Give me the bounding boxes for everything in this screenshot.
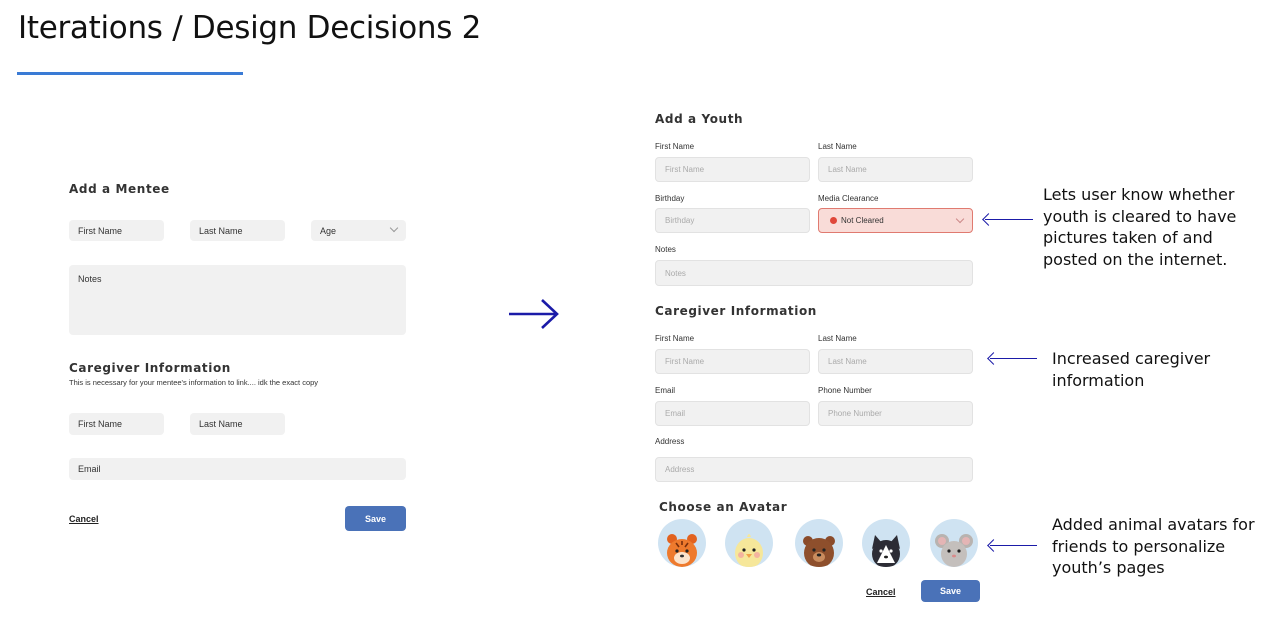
birthday-input[interactable]: Birthday xyxy=(655,208,810,233)
avatars-annotation: Added animal avatars for friends to pers… xyxy=(1052,514,1255,579)
cancel-link[interactable]: Cancel xyxy=(866,587,896,597)
annotation-line: Lets user know whether xyxy=(1043,185,1235,204)
right-arrow-icon xyxy=(509,299,559,329)
tiger-avatar[interactable] xyxy=(658,519,706,567)
old-age-select-label: Age xyxy=(320,225,337,236)
annotation-line: posted on the internet. xyxy=(1043,249,1228,269)
birthday-label: Birthday xyxy=(655,194,685,203)
cg-first-name-label: First Name xyxy=(655,334,695,343)
last-name-input[interactable]: Last Name xyxy=(818,157,973,182)
mouse-icon xyxy=(935,534,973,567)
cg-first-name-input[interactable]: First Name xyxy=(655,349,810,374)
old-first-name-input[interactable]: First Name xyxy=(69,220,164,241)
address-label: Address xyxy=(655,437,685,446)
cg-last-name-label: Last Name xyxy=(818,334,857,343)
caregiver-annotation-arrow-icon xyxy=(990,358,1037,359)
annotation-line: friends to personalize xyxy=(1052,536,1226,556)
media-clearance-value: Not Cleared xyxy=(841,216,884,225)
caregiver-annotation: Increased caregiver information xyxy=(1052,348,1210,391)
husky-avatar[interactable] xyxy=(862,519,910,567)
mouse-avatar[interactable] xyxy=(930,519,978,567)
old-age-select[interactable]: Age xyxy=(311,220,406,241)
notes-label: Notes xyxy=(655,245,676,254)
old-save-button[interactable]: Save xyxy=(345,506,406,531)
phone-input[interactable]: Phone Number xyxy=(818,401,973,426)
save-button[interactable]: Save xyxy=(921,580,980,602)
status-dot-icon xyxy=(830,217,837,224)
husky-icon xyxy=(872,535,900,567)
first-name-input[interactable]: First Name xyxy=(655,157,810,182)
media-clearance-select[interactable]: Not Cleared xyxy=(818,208,973,233)
old-email-input[interactable]: Email xyxy=(69,458,406,480)
old-notes-textarea[interactable]: Notes xyxy=(69,265,406,335)
chick-avatar[interactable] xyxy=(725,519,773,567)
last-name-label: Last Name xyxy=(818,142,857,151)
annotation-line: youth’s pages xyxy=(1052,558,1165,577)
annotation-line: Added animal avatars for xyxy=(1052,515,1255,534)
new-form-title: Add a Youth xyxy=(655,112,744,126)
email-label: Email xyxy=(655,386,676,395)
annotation-line: pictures taken of and xyxy=(1043,228,1213,247)
avatars-annotation-arrow-icon xyxy=(990,545,1037,546)
old-cg-first-name-input[interactable]: First Name xyxy=(69,413,164,435)
old-cg-last-name-input[interactable]: Last Name xyxy=(190,413,285,435)
avatar-title: Choose an Avatar xyxy=(659,500,788,514)
old-caregiver-title: Caregiver Information xyxy=(69,361,231,375)
bear-avatar[interactable] xyxy=(795,519,843,567)
media-annotation: Lets user know whether youth is cleared … xyxy=(1043,184,1236,270)
media-annotation-arrow-icon xyxy=(985,219,1033,220)
bear-icon xyxy=(803,536,835,567)
annotation-line: youth is cleared to have xyxy=(1043,206,1237,226)
chevron-down-icon xyxy=(955,214,965,224)
email-input[interactable]: Email xyxy=(655,401,810,426)
old-form-title: Add a Mentee xyxy=(69,182,170,196)
phone-label: Phone Number xyxy=(818,386,872,395)
annotation-line: Increased caregiver xyxy=(1052,349,1211,368)
first-name-label: First Name xyxy=(655,142,695,151)
old-caregiver-subtitle: This is necessary for your mentee's info… xyxy=(69,378,319,387)
slide-title: Iterations / Design Decisions 2 xyxy=(18,10,482,46)
tiger-icon xyxy=(667,534,697,567)
old-cancel-link[interactable]: Cancel xyxy=(69,514,99,524)
cg-last-name-input[interactable]: Last Name xyxy=(818,349,973,374)
address-input[interactable]: Address xyxy=(655,457,973,482)
chevron-down-icon xyxy=(389,223,399,233)
chick-icon xyxy=(735,534,763,567)
old-last-name-input[interactable]: Last Name xyxy=(190,220,285,241)
media-clearance-label: Media Clearance xyxy=(818,194,879,203)
annotation-line: information xyxy=(1052,370,1145,390)
title-underline xyxy=(17,72,243,75)
caregiver-title: Caregiver Information xyxy=(655,304,817,318)
notes-input[interactable]: Notes xyxy=(655,260,973,286)
